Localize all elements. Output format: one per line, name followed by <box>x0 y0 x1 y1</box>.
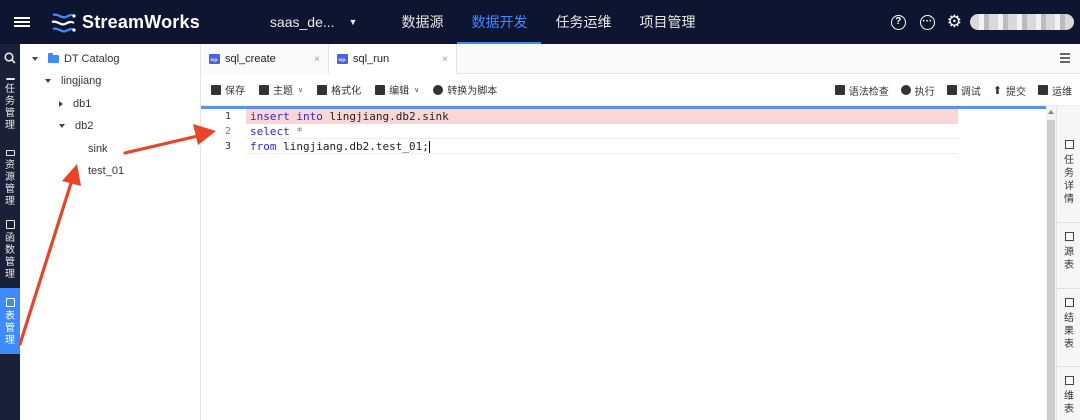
result-table-icon <box>1064 298 1074 307</box>
debug-button[interactable]: 调试 <box>946 83 981 98</box>
code-editor[interactable]: 1 insert into lingjiang.db2.sink 2 selec… <box>201 106 1056 420</box>
tree-node-database[interactable]: lingjiang <box>45 75 101 87</box>
format-icon <box>317 84 328 95</box>
tab-sql-create[interactable]: SQL sql_create × <box>201 44 329 74</box>
source-table-icon <box>1064 232 1074 241</box>
close-icon[interactable]: × <box>314 54 320 65</box>
format-button[interactable]: 格式化 <box>317 82 361 97</box>
editor-toolbar: 保存 主题 ∨ 格式化 编辑 ∨ 转换为脚本 语法检查 执行 调试 ⬆ 提交 运… <box>201 74 1080 106</box>
text-cursor <box>428 141 430 153</box>
convert-icon <box>433 84 444 95</box>
right-side-panel: 任务详情 源表 结果表 维表 <box>1056 106 1080 420</box>
code-line-2[interactable]: 2 select * <box>201 124 1056 139</box>
save-icon <box>211 84 221 95</box>
panel-dimension-table[interactable]: 维表 <box>1057 376 1080 416</box>
sql-file-icon: SQL <box>209 54 220 64</box>
workspace-name: saas_de... <box>269 14 335 30</box>
code-line-1[interactable]: 1 insert into lingjiang.db2.sink <box>201 109 1056 124</box>
rail-resource-management[interactable]: 资源管理 <box>0 128 20 208</box>
collapse-arrow-icon[interactable] <box>59 101 63 107</box>
code-text: select * <box>250 125 303 138</box>
task-icon <box>5 78 15 80</box>
code-text: insert into lingjiang.db2.sink <box>250 110 449 123</box>
line-number: 2 <box>224 126 231 137</box>
syntax-check-icon <box>834 85 845 95</box>
syntax-check-button[interactable]: 语法检查 <box>834 83 889 98</box>
toolbar-right: 语法检查 执行 调试 ⬆ 提交 运维 <box>827 74 1080 106</box>
tab-sql-run[interactable]: SQL sql_run × <box>329 44 457 74</box>
panel-source-table[interactable]: 源表 <box>1057 232 1080 272</box>
edit-dropdown[interactable]: 编辑 ∨ <box>375 82 419 97</box>
tree-node-sink[interactable]: sink <box>88 143 108 155</box>
folder-icon <box>48 53 59 63</box>
expand-arrow-icon[interactable] <box>59 124 65 128</box>
streamworks-logo-icon <box>51 13 76 33</box>
code-line-3[interactable]: 3 from lingjiang.db2.test_01; <box>201 139 1056 154</box>
rail-table-management[interactable]: 表管理 <box>0 288 20 354</box>
hamburger-menu-icon[interactable] <box>0 0 44 44</box>
line-number: 3 <box>224 141 231 152</box>
catalog-tree: DT Catalog lingjiang db1 db2 sink test_0… <box>20 44 201 420</box>
function-icon <box>5 220 15 229</box>
dim-table-icon <box>1064 376 1074 385</box>
sql-file-icon: SQL <box>337 54 348 64</box>
settings-icon[interactable]: ⚙ <box>947 12 962 32</box>
theme-dropdown[interactable]: 主题 ∨ <box>259 82 303 97</box>
tree-node-db2[interactable]: db2 <box>59 120 93 132</box>
nav-data-development[interactable]: 数据开发 <box>457 0 542 44</box>
ops-button[interactable]: 运维 <box>1038 83 1072 98</box>
app-logo[interactable]: StreamWorks <box>50 11 200 33</box>
nav-project-management[interactable]: 项目管理 <box>625 0 709 44</box>
upload-arrow-icon: ⬆ <box>992 84 1002 97</box>
workspace-selector[interactable]: saas_de... ▼ <box>270 14 358 30</box>
main-nav: 数据源 数据开发 任务运维 项目管理 <box>387 0 709 44</box>
rail-function-management[interactable]: 函数管理 <box>0 208 20 288</box>
expand-arrow-icon[interactable] <box>32 57 38 61</box>
header-actions: ? ··· ⚙ <box>877 0 1080 44</box>
user-account-blurred[interactable] <box>970 14 1074 30</box>
panel-task-detail[interactable]: 任务详情 <box>1057 140 1080 206</box>
convert-to-script-button[interactable]: 转换为脚本 <box>433 82 497 97</box>
help-icon[interactable]: ? <box>890 14 906 30</box>
left-rail: 任务管理 资源管理 函数管理 表管理 <box>0 44 20 420</box>
scrollbar-thumb[interactable] <box>1047 120 1055 420</box>
top-bar: StreamWorks saas_de... ▼ 数据源 数据开发 任务运维 项… <box>0 0 1080 44</box>
chevron-down-icon: ∨ <box>414 86 420 94</box>
expand-arrow-icon[interactable] <box>45 79 51 83</box>
theme-shirt-icon <box>259 84 269 95</box>
debug-icon <box>946 85 957 95</box>
save-button[interactable]: 保存 <box>211 82 245 97</box>
resource-icon <box>5 150 15 156</box>
tree-node-test-01[interactable]: test_01 <box>88 165 124 177</box>
caret-down-icon: ▼ <box>348 17 358 27</box>
submit-button[interactable]: ⬆ 提交 <box>993 83 1026 98</box>
tree-node-catalog[interactable]: DT Catalog <box>32 53 119 65</box>
tab-bar: SQL sql_create × SQL sql_run × <box>201 44 1080 74</box>
chevron-down-icon: ∨ <box>298 86 304 94</box>
code-text: from lingjiang.db2.test_01; <box>250 140 430 153</box>
nav-datasource[interactable]: 数据源 <box>387 0 457 44</box>
pen-icon <box>375 84 386 95</box>
tree-node-db1[interactable]: db1 <box>59 98 91 110</box>
editor-area: SQL sql_create × SQL sql_run × 保存 主题 ∨ 格… <box>201 44 1080 420</box>
tab-list-menu-icon[interactable] <box>1060 53 1070 65</box>
close-icon[interactable]: × <box>442 54 448 65</box>
table-icon <box>5 298 15 307</box>
nav-task-ops[interactable]: 任务运维 <box>541 0 625 44</box>
run-button[interactable]: 执行 <box>900 83 935 98</box>
rail-task-management[interactable]: 任务管理 <box>0 72 20 131</box>
panel-result-table[interactable]: 结果表 <box>1057 298 1080 351</box>
scroll-up-arrow-icon[interactable] <box>1048 110 1054 114</box>
line-number: 1 <box>224 111 231 122</box>
ops-icon <box>1038 85 1048 95</box>
app-name: StreamWorks <box>82 11 200 32</box>
vertical-scrollbar[interactable] <box>1046 106 1056 420</box>
detail-icon <box>1064 140 1074 149</box>
search-icon[interactable] <box>0 44 20 72</box>
chat-icon[interactable]: ··· <box>919 14 935 30</box>
play-icon <box>900 85 911 95</box>
